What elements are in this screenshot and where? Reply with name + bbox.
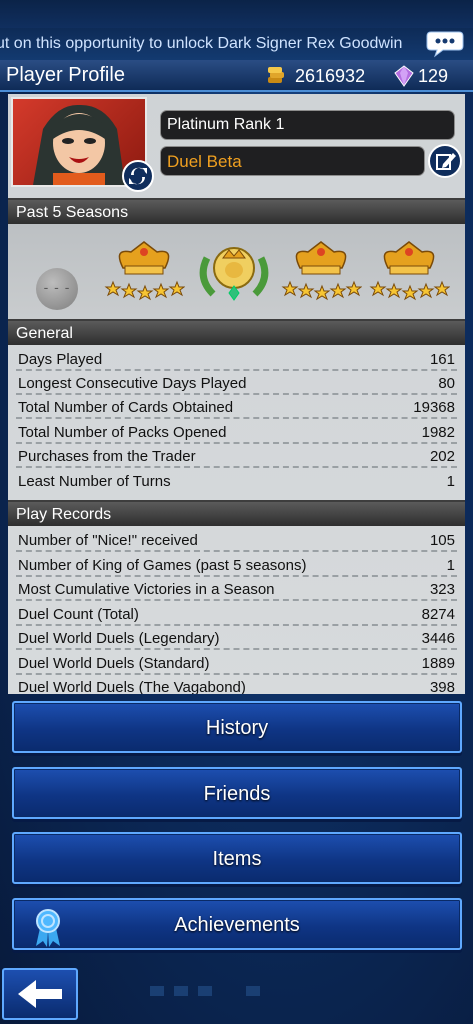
back-arrow-icon <box>18 980 62 1008</box>
stat-value: 19368 <box>413 399 455 416</box>
achievements-button-label: Achievements <box>174 914 300 936</box>
season-crown-badge-icon <box>280 238 363 304</box>
edit-profile-icon[interactable] <box>428 144 462 178</box>
stat-label: Duel World Duels (The Vagabond) <box>18 679 246 694</box>
friends-button[interactable]: Friends <box>12 767 462 819</box>
stat-row: Purchases from the Trader 202 <box>16 444 457 468</box>
profile-panel: Platinum Rank 1 Duel Beta Past 5 Seasons… <box>8 94 465 694</box>
empty-season-icon: - - - <box>36 268 78 310</box>
stat-label: Most Cumulative Victories in a Season <box>18 581 275 598</box>
history-button[interactable]: History <box>12 701 462 753</box>
stat-value: 8274 <box>421 606 455 623</box>
background-decoration <box>150 984 270 998</box>
stat-value: 1 <box>446 473 455 490</box>
stat-value: 1982 <box>421 424 455 441</box>
general-heading: General <box>16 325 73 342</box>
stat-row: Days Played 161 <box>16 347 457 371</box>
header-bar: Player Profile 2616932 129 <box>0 60 473 92</box>
ticker-text: ut on this opportunity to unlock Dark Si… <box>0 35 403 52</box>
stat-value: 1889 <box>421 655 455 672</box>
season-empty: - - - <box>8 238 90 310</box>
chat-icon[interactable] <box>425 30 465 58</box>
gem-icon <box>394 65 414 87</box>
achievements-button[interactable]: Achievements <box>12 898 462 950</box>
stat-label: Number of King of Games (past 5 seasons) <box>18 557 307 574</box>
season-laurel-badge-icon <box>193 238 275 304</box>
stat-row: Number of "Nice!" received 105 <box>16 528 457 552</box>
past-seasons-row: - - - <box>8 224 465 319</box>
stat-label: Total Number of Cards Obtained <box>18 399 234 416</box>
stat-row: Duel World Duels (Standard) 1889 <box>16 651 457 675</box>
gold-amount: 2616932 <box>295 66 366 86</box>
history-button-label: History <box>205 717 269 739</box>
stat-label: Least Number of Turns <box>18 473 171 490</box>
stat-row: Duel Count (Total) 8274 <box>16 602 457 626</box>
swap-avatar-icon[interactable] <box>122 160 154 192</box>
items-button-label: Items <box>212 848 262 870</box>
stat-row: Longest Consecutive Days Played 80 <box>16 371 457 395</box>
gem-amount: 129 <box>418 66 449 86</box>
player-title-box: Duel Beta <box>160 146 425 176</box>
stat-row: Most Cumulative Victories in a Season 32… <box>16 577 457 601</box>
empty-season-label: - - - <box>43 279 71 295</box>
stat-label: Number of "Nice!" received <box>18 532 198 549</box>
items-button[interactable]: Items <box>12 832 462 884</box>
stat-row: Number of King of Games (past 5 seasons)… <box>16 553 457 577</box>
stat-value: 3446 <box>421 630 455 647</box>
stat-label: Longest Consecutive Days Played <box>18 375 247 392</box>
stat-label: Purchases from the Trader <box>18 448 196 465</box>
past-seasons-header: Past 5 Seasons <box>8 198 465 224</box>
rank-text: Platinum Rank 1 <box>167 116 285 133</box>
stat-label: Total Number of Packs Opened <box>18 424 227 441</box>
stat-value: 398 <box>429 679 455 694</box>
stat-row: Total Number of Packs Opened 1982 <box>16 420 457 444</box>
stat-row: Duel World Duels (Legendary) 3446 <box>16 626 457 650</box>
season-crown-badge-icon <box>368 238 451 304</box>
stat-row: Total Number of Cards Obtained 19368 <box>16 395 457 419</box>
stat-row: Least Number of Turns 1 <box>16 469 457 493</box>
page-title: Player Profile <box>6 64 125 86</box>
general-header: General <box>8 319 465 345</box>
stat-value: 161 <box>429 351 455 368</box>
stat-label: Duel Count (Total) <box>18 606 139 623</box>
stat-label: Duel World Duels (Standard) <box>18 655 210 672</box>
season-crown-badge-icon <box>103 238 186 304</box>
back-button[interactable] <box>2 968 78 1020</box>
stat-label: Duel World Duels (Legendary) <box>18 630 220 647</box>
stat-value: 105 <box>429 532 455 549</box>
gold-coins-icon <box>265 65 287 87</box>
play-records-header: Play Records <box>8 500 465 526</box>
past-seasons-heading: Past 5 Seasons <box>16 204 129 221</box>
rank-box: Platinum Rank 1 <box>160 110 455 140</box>
play-records-heading: Play Records <box>16 506 112 523</box>
player-title-text: Duel Beta <box>167 152 242 171</box>
top-strip <box>0 0 473 28</box>
announcement-ticker: ut on this opportunity to unlock Dark Si… <box>0 28 473 60</box>
friends-button-label: Friends <box>203 783 271 805</box>
stat-label: Days Played <box>18 351 103 368</box>
stat-row: Duel World Duels (The Vagabond) 398 <box>16 675 457 694</box>
stat-value: 80 <box>438 375 455 392</box>
stat-value: 1 <box>446 557 455 574</box>
stat-value: 323 <box>429 581 455 598</box>
stat-value: 202 <box>429 448 455 465</box>
